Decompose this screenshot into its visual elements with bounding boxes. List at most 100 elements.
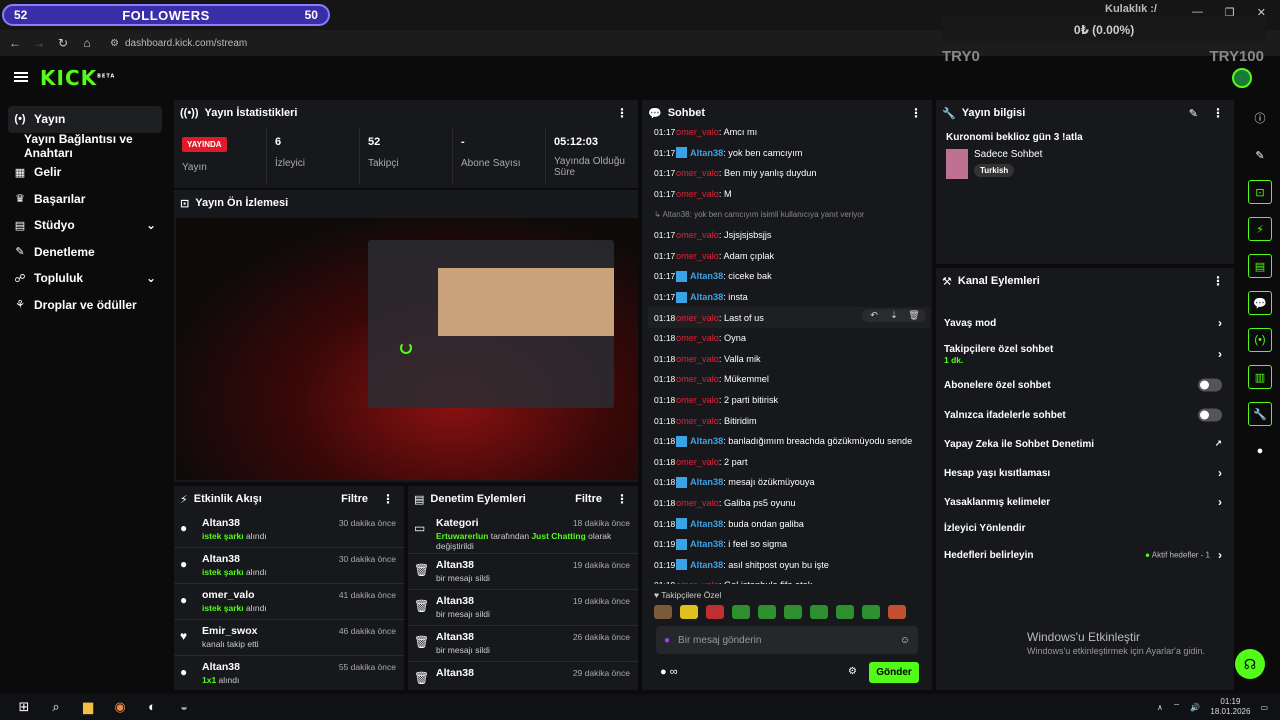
message-username[interactable]: Altan38 bbox=[690, 539, 723, 549]
chat-message[interactable]: 01:18 Altan38: banladığımım breachda gözü… bbox=[648, 431, 930, 452]
chat-message[interactable]: 01:17 omer_valo: Jsjsjsjsbsjjs bbox=[648, 225, 930, 246]
chat-message[interactable]: 01:19 Altan38: asıl shitpost oyun bu işte bbox=[648, 554, 930, 575]
emote[interactable] bbox=[836, 605, 854, 619]
sidebar-item-stream[interactable]: (•) Yayın bbox=[8, 106, 162, 133]
account-age-restriction[interactable]: Hesap yaşı kısıtlaması › bbox=[936, 458, 1234, 488]
sidebar-item-stream-key[interactable]: Yayın Bağlantısı ve Anahtarı bbox=[0, 132, 170, 160]
broadcast-icon[interactable]: (•) bbox=[1248, 328, 1272, 352]
obs-icon[interactable]: ◐ bbox=[144, 699, 160, 715]
message-username[interactable]: omer_valo bbox=[676, 374, 719, 384]
chat-message[interactable]: 01:18 omer_valo: 2 parti bitirisk bbox=[648, 390, 930, 411]
steam-icon[interactable]: ◒ bbox=[176, 699, 192, 715]
message-username[interactable]: omer_valo bbox=[676, 189, 719, 199]
clock[interactable]: 01:19 18.01.2026 bbox=[1210, 697, 1250, 716]
emote[interactable] bbox=[888, 605, 906, 619]
volume-icon[interactable]: 🔊 bbox=[1190, 703, 1200, 712]
emote[interactable] bbox=[654, 605, 672, 619]
emote-only-chat[interactable]: Yalnızca ifadelerle sohbet bbox=[936, 400, 1234, 430]
chat-message[interactable]: 01:17 Altan38: insta bbox=[648, 287, 930, 308]
home-icon[interactable]: ⌂ bbox=[80, 36, 94, 50]
message-username[interactable]: omer_valo bbox=[676, 457, 719, 467]
chat-message[interactable]: 01:17 omer_valo: Amcı mı bbox=[648, 122, 930, 143]
message-username[interactable]: Altan38 bbox=[690, 271, 723, 281]
ai-moderation[interactable]: Yapay Zeka ile Sohbet Denetimi ↗ bbox=[936, 430, 1234, 458]
trash-icon[interactable]: 🗑 bbox=[905, 310, 923, 321]
preview-icon[interactable]: ⊡ bbox=[1248, 180, 1272, 204]
network-icon[interactable]: ⌔ bbox=[1173, 702, 1181, 712]
filter-button[interactable]: Filtre bbox=[575, 493, 602, 505]
pin-icon[interactable]: ⇣ bbox=[885, 310, 903, 321]
chat-message[interactable]: 01:18 Altan38: mesajı özükmüyouya bbox=[648, 472, 930, 493]
chat-messages[interactable]: 01:17 omer_valo: Amcı mı 01:17 Altan38: yok… bbox=[648, 122, 930, 584]
more-icon[interactable]: ⋮ bbox=[616, 106, 628, 120]
chat-message[interactable]: 01:19omer_valo: Gel istanbula fifa atak bbox=[648, 575, 930, 584]
kicks-icon[interactable]: ● bbox=[1248, 439, 1272, 463]
emote[interactable] bbox=[810, 605, 828, 619]
chat-message[interactable]: 01:18 Altan38: buda ondan galiba bbox=[648, 513, 930, 534]
chrome-icon[interactable]: ◉ bbox=[112, 699, 128, 715]
menu-icon[interactable] bbox=[14, 72, 28, 82]
chat-message[interactable]: 01:17 omer_valo: Ben miy yanlış duydun bbox=[648, 163, 930, 184]
notifications-icon[interactable]: ▭ bbox=[1260, 703, 1268, 712]
stream-info-icon[interactable]: ▥ bbox=[1248, 365, 1272, 389]
info-icon[interactable]: ⓘ bbox=[1248, 106, 1272, 130]
message-username[interactable]: Altan38 bbox=[690, 477, 723, 487]
emoji-icon[interactable]: ☺ bbox=[900, 635, 910, 646]
sidebar-item-community[interactable]: ☍ Topluluk ⌄ bbox=[0, 265, 170, 292]
emote-only-toggle[interactable] bbox=[1198, 408, 1222, 422]
windows-start-icon[interactable]: ⊞ bbox=[16, 699, 32, 715]
microphone-icon[interactable]: ● bbox=[664, 635, 670, 646]
chat-message[interactable]: 01:18 omer_valo: 2 part bbox=[648, 452, 930, 473]
more-icon[interactable]: ⋮ bbox=[616, 492, 628, 506]
emote[interactable] bbox=[784, 605, 802, 619]
emote[interactable] bbox=[680, 605, 698, 619]
support-button[interactable]: ☊ bbox=[1235, 649, 1265, 679]
avatar[interactable] bbox=[1232, 68, 1252, 88]
set-goals[interactable]: Hedefleri belirleyin ● Aktif hedefler - 1… bbox=[936, 540, 1234, 570]
kick-logo[interactable]: KICKBETA bbox=[40, 66, 115, 90]
emote[interactable] bbox=[732, 605, 750, 619]
back-icon[interactable]: ← bbox=[8, 36, 22, 50]
sidebar-item-revenue[interactable]: ▦ Gelir bbox=[0, 159, 170, 186]
stream-preview-video[interactable] bbox=[176, 218, 638, 480]
url-text[interactable]: dashboard.kick.com/stream bbox=[125, 38, 247, 49]
chat-message[interactable]: 01:18 omer_valo: Last of us ↶ ⇣ 🗑 bbox=[648, 307, 930, 328]
sidebar-item-achievements[interactable]: ♛ Başarılar bbox=[0, 186, 170, 213]
followers-only-chat[interactable]: Takipçilere özel sohbet 1 dk. › bbox=[936, 338, 1234, 370]
emote[interactable] bbox=[862, 605, 880, 619]
slow-mode[interactable]: Yavaş mod › bbox=[936, 308, 1234, 338]
filter-button[interactable]: Filtre bbox=[341, 493, 368, 505]
message-username[interactable]: Altan38 bbox=[690, 148, 723, 158]
more-icon[interactable]: ⋮ bbox=[1212, 274, 1224, 288]
chat-input[interactable]: ● Bir mesaj gönderin ☺ bbox=[656, 626, 918, 654]
chat-message[interactable]: 01:18 omer_valo: Bitiridim bbox=[648, 410, 930, 431]
message-username[interactable]: omer_valo bbox=[676, 313, 719, 323]
chat-message[interactable]: 01:17 Altan38: ciceke bak bbox=[648, 266, 930, 287]
reply-icon[interactable]: ↶ bbox=[865, 310, 883, 321]
lightning-icon[interactable]: ⚡ bbox=[1248, 217, 1272, 241]
chat-message[interactable]: 01:18 omer_valo: Valla mik bbox=[648, 349, 930, 370]
message-username[interactable]: omer_valo bbox=[676, 580, 719, 584]
sidebar-item-studio[interactable]: ▤ Stüdyo ⌄ bbox=[0, 212, 170, 239]
message-username[interactable]: omer_valo bbox=[676, 168, 719, 178]
chat-message[interactable]: 01:17 omer_valo: Adam çıplak bbox=[648, 246, 930, 267]
chat-message[interactable]: 01:18 omer_valo: Galiba ps5 oyunu bbox=[648, 493, 930, 514]
chat-message[interactable]: ↳ Altan38: yok ben camcıyım isimli kulla… bbox=[648, 204, 930, 225]
message-username[interactable]: omer_valo bbox=[676, 230, 719, 240]
emote[interactable] bbox=[758, 605, 776, 619]
forward-icon[interactable]: → bbox=[32, 36, 46, 50]
subscribers-only-toggle[interactable] bbox=[1198, 378, 1222, 392]
url-field[interactable]: ⚙ dashboard.kick.com/stream bbox=[110, 38, 247, 49]
message-username[interactable]: omer_valo bbox=[676, 333, 719, 343]
more-icon[interactable]: ⋮ bbox=[910, 106, 922, 120]
host-viewers[interactable]: İzleyici Yönlendir bbox=[936, 516, 1234, 540]
chat-message[interactable]: 01:18 omer_valo: Oyna bbox=[648, 328, 930, 349]
edit-icon[interactable]: ✎ bbox=[1189, 107, 1198, 120]
settings-icon[interactable]: ⚙ bbox=[848, 666, 857, 677]
message-username[interactable]: omer_valo bbox=[676, 354, 719, 364]
message-username[interactable]: omer_valo bbox=[676, 416, 719, 426]
more-icon[interactable]: ⋮ bbox=[1212, 106, 1224, 120]
chat-icon[interactable]: 💬 bbox=[1248, 291, 1272, 315]
message-username[interactable]: Altan38 bbox=[690, 292, 723, 302]
chat-message[interactable]: 01:19 Altan38: i feel so sigma bbox=[648, 534, 930, 555]
